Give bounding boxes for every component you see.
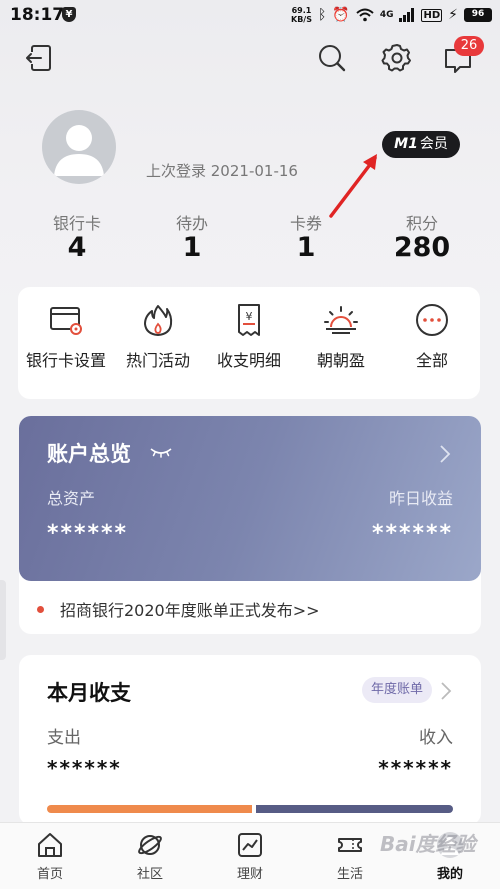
eye-closed-icon[interactable] <box>149 446 173 458</box>
news-dot <box>37 605 44 613</box>
flame-icon <box>144 305 173 336</box>
stat-label-coupons: 卡券 <box>289 214 322 233</box>
total-assets-value: ****** <box>47 521 129 546</box>
more-icon <box>416 304 448 336</box>
quick-label-all: 全部 <box>415 351 448 370</box>
quick-item-card-settings[interactable]: 银行卡设置 <box>19 303 113 371</box>
quick-label-card-settings: 银行卡设置 <box>25 351 106 370</box>
tab-life[interactable]: 生活 <box>320 831 380 882</box>
tab-label-mine: 我的 <box>436 867 463 882</box>
home-icon <box>38 833 62 857</box>
network-speed: 69.1 KB/S <box>291 6 312 24</box>
wifi-icon <box>356 8 374 22</box>
news-link[interactable]: 招商银行2020年度账单正式发布>> <box>37 597 320 621</box>
yesterday-income-label: 昨日收益 <box>388 489 453 508</box>
default-avatar-icon <box>54 125 104 176</box>
total-assets-label: 总资产 <box>47 489 96 508</box>
battery-icon: 96 <box>464 8 492 22</box>
search-icon[interactable] <box>316 42 348 74</box>
stat-value-points[interactable]: 280 <box>377 232 467 263</box>
tab-home[interactable]: 首页 <box>20 831 80 882</box>
quick-label-hot-events: 热门活动 <box>125 351 190 370</box>
income-value: ****** <box>378 756 453 780</box>
watermark: Bai度经验 <box>380 832 476 856</box>
side-edge-handle[interactable] <box>0 580 6 660</box>
tab-label-home: 首页 <box>36 867 63 882</box>
quick-label-transactions: 收支明细 <box>216 351 281 370</box>
bluetooth-icon: ᛒ <box>317 7 327 23</box>
notification-badge: 26 <box>454 36 484 56</box>
quick-item-all[interactable]: 全部 <box>385 303 479 371</box>
chart-icon <box>238 833 262 857</box>
expense-value: ****** <box>47 756 122 780</box>
expense-label: 支出 <box>47 728 81 748</box>
avatar[interactable] <box>42 110 116 184</box>
sunrise-icon <box>324 306 358 334</box>
stat-value-bank-cards[interactable]: 4 <box>32 232 122 263</box>
hd-icon: HD <box>421 8 443 22</box>
account-title: 账户总览 <box>47 442 131 466</box>
monthly-card[interactable]: 本月收支 年度账单 支出 收入 ****** ****** <box>19 655 481 825</box>
chevron-right-icon[interactable] <box>439 444 451 464</box>
app-notification-icon: ¥ <box>62 7 76 22</box>
annual-bill-button[interactable]: 年度账单 <box>362 677 432 703</box>
quick-item-hot-events[interactable]: 热门活动 <box>111 303 205 371</box>
tab-label-life: 生活 <box>336 867 363 882</box>
quick-menu: 银行卡设置 热门活动 ¥ 收支明细 朝朝盈 全部 <box>18 287 480 399</box>
tab-label-wealth: 理财 <box>236 867 263 882</box>
tab-wealth[interactable]: 理财 <box>220 831 280 882</box>
tab-label-community: 社区 <box>136 867 163 882</box>
ticket-icon <box>338 838 362 852</box>
account-overview-card[interactable]: 账户总览 总资产 昨日收益 ****** ****** <box>19 416 481 581</box>
status-bar: 18:17 ¥ 69.1 KB/S ᛒ ⏰ 4G HD ⚡ 96 <box>0 0 500 30</box>
stat-label-bank-cards: 银行卡 <box>52 214 101 233</box>
gear-icon[interactable] <box>381 42 413 74</box>
logout-icon[interactable] <box>24 42 56 74</box>
stat-label-todo: 待办 <box>175 214 208 233</box>
income-label: 收入 <box>419 728 453 748</box>
tab-community[interactable]: 社区 <box>120 831 180 882</box>
card-settings-icon <box>50 307 82 335</box>
chevron-right-icon[interactable] <box>440 681 452 701</box>
alarm-icon: ⏰ <box>332 7 350 23</box>
yesterday-income-value: ****** <box>371 521 453 546</box>
monthly-title: 本月收支 <box>47 681 131 705</box>
signal-type: 4G <box>379 10 394 20</box>
status-time: 18:17 <box>10 5 65 25</box>
svg-text:¥: ¥ <box>246 310 253 323</box>
status-indicators: 69.1 KB/S ᛒ ⏰ 4G HD ⚡ 96 <box>291 4 492 26</box>
quick-label-zhaozhaoying: 朝朝盈 <box>316 351 365 370</box>
income-bar <box>256 805 453 813</box>
stat-value-coupons[interactable]: 1 <box>261 232 351 263</box>
signal-icon <box>399 8 415 22</box>
receipt-icon: ¥ <box>238 304 260 336</box>
expense-bar <box>47 805 252 813</box>
stat-value-todo[interactable]: 1 <box>147 232 237 263</box>
quick-item-transactions[interactable]: ¥ 收支明细 <box>202 303 296 371</box>
member-badge[interactable]: M1 会员 <box>382 131 460 158</box>
last-login-text: 上次登录 2021-01-16 <box>146 162 298 180</box>
news-text: 招商银行2020年度账单正式发布>> <box>60 601 320 620</box>
stat-label-points: 积分 <box>405 214 438 233</box>
quick-item-zhaozhaoying[interactable]: 朝朝盈 <box>294 303 388 371</box>
charging-icon: ⚡ <box>448 7 458 23</box>
planet-icon <box>138 835 162 855</box>
